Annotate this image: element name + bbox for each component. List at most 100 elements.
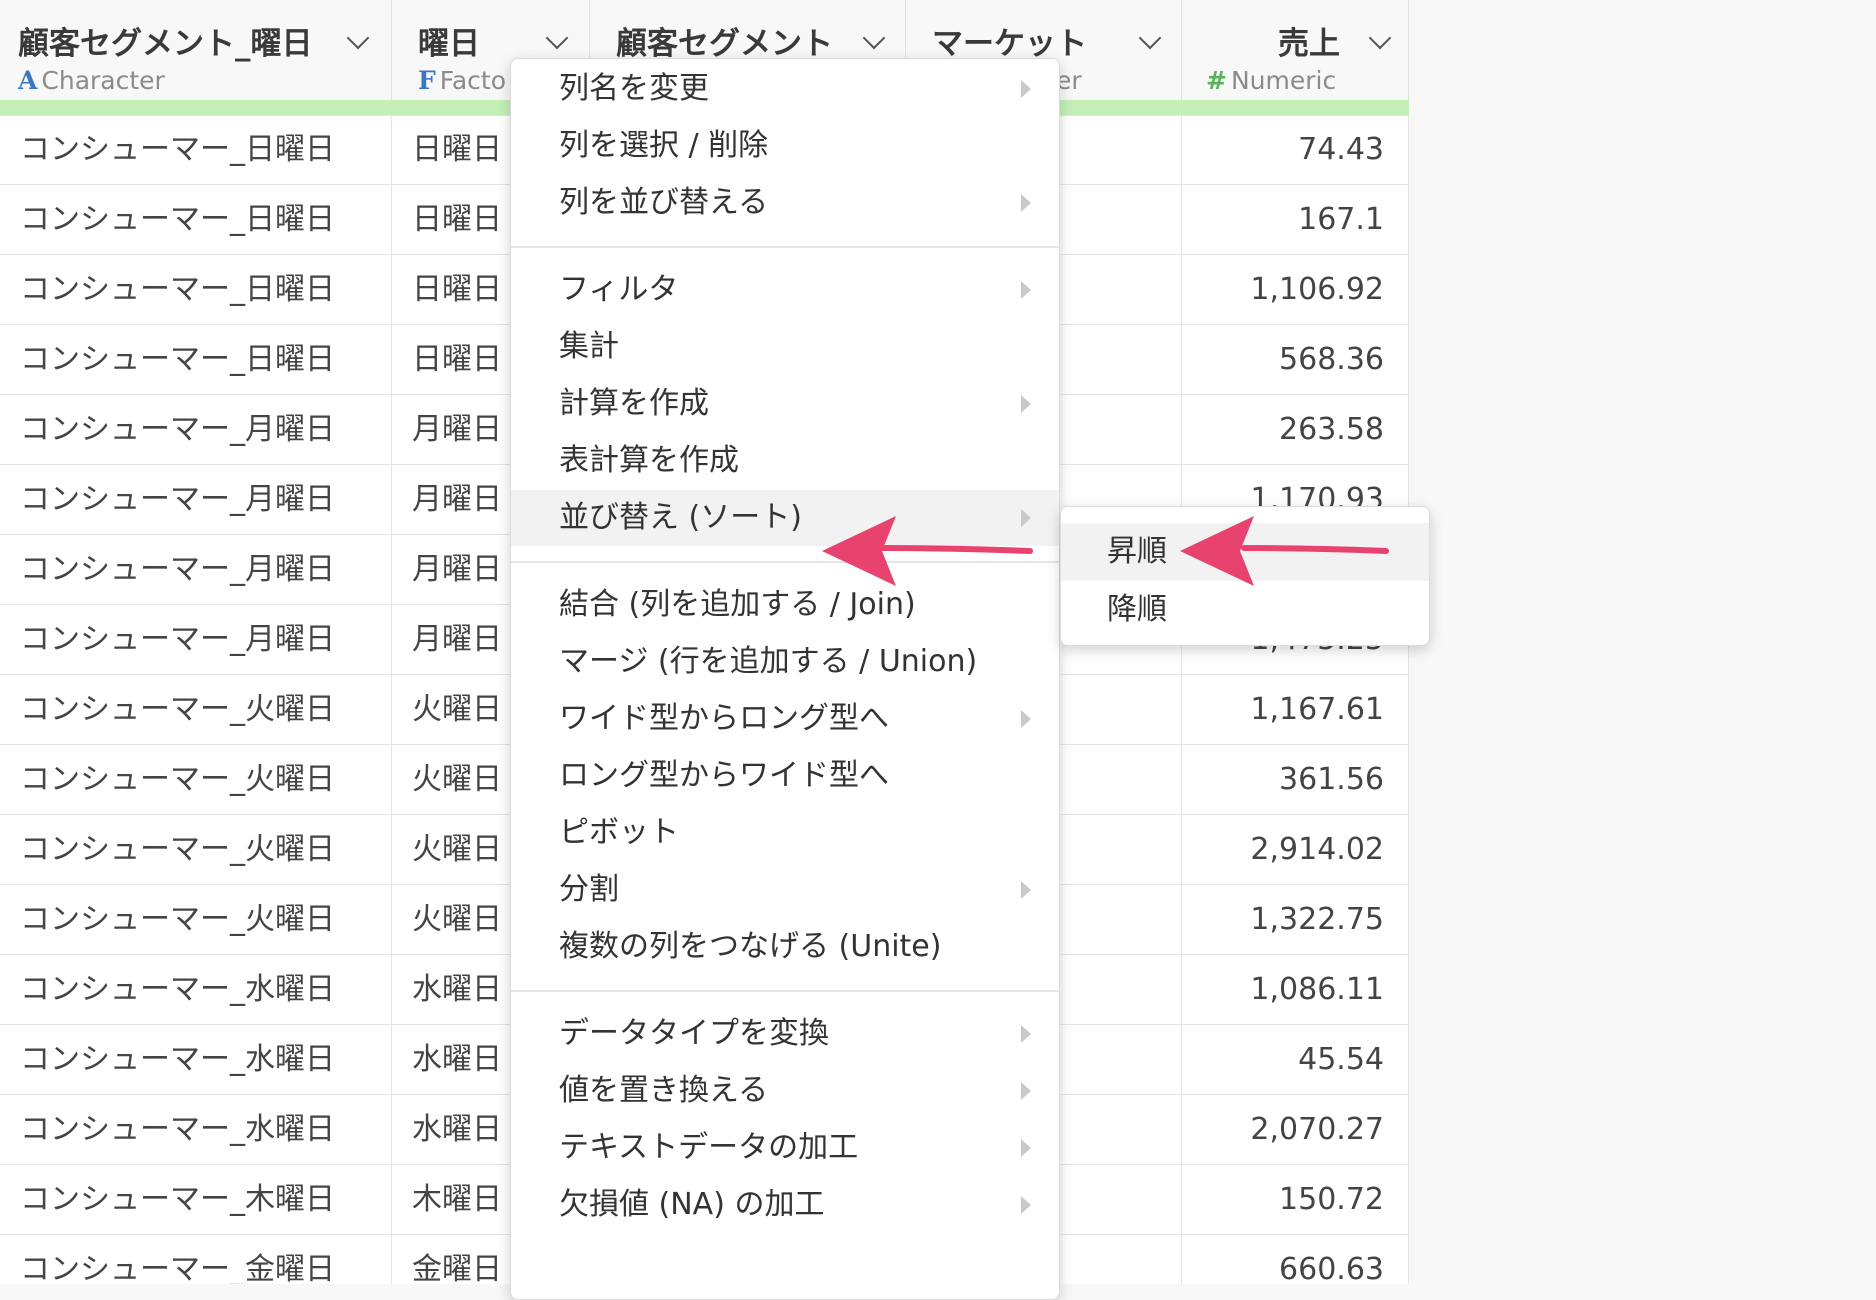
cell-segment-day: コンシューマー_木曜日: [0, 1165, 392, 1235]
menu-separator: [511, 561, 1059, 563]
menu-item[interactable]: 表計算を作成: [511, 433, 1059, 489]
chevron-down-icon[interactable]: [1138, 26, 1162, 50]
chevron-right-icon: [1021, 509, 1031, 527]
chevron-right-icon: [1021, 710, 1031, 728]
chevron-right-icon: [1021, 881, 1031, 899]
menu-item-label: 計算を作成: [559, 386, 709, 421]
menu-item[interactable]: ワイド型からロング型へ: [511, 691, 1059, 747]
chevron-down-icon[interactable]: [545, 26, 569, 50]
menu-item[interactable]: 結合 (列を追加する / Join): [511, 577, 1059, 633]
menu-item-label: 欠損値 (NA) の加工: [559, 1187, 825, 1222]
cell-sales: 1,167.61: [1182, 675, 1409, 745]
column-title: 売上: [1278, 26, 1340, 62]
menu-item[interactable]: 列名を変更: [511, 61, 1059, 117]
menu-item-label: フィルタ: [559, 272, 679, 307]
numeric-type-icon: #: [1206, 66, 1227, 95]
cell-segment-day: コンシューマー_日曜日: [0, 185, 392, 255]
sort-descending-option[interactable]: 降順: [1061, 581, 1429, 639]
menu-item-label: 値を置き換える: [559, 1073, 769, 1108]
cell-segment-day: コンシューマー_金曜日: [0, 1235, 392, 1284]
cell-sales: 361.56: [1182, 745, 1409, 815]
factor-type-icon: F: [418, 66, 436, 95]
cell-segment-day: コンシューマー_火曜日: [0, 815, 392, 885]
menu-item[interactable]: ロング型からワイド型へ: [511, 748, 1059, 804]
cell-segment-day: コンシューマー_日曜日: [0, 115, 392, 185]
column-type: A Character: [18, 66, 165, 95]
menu-item[interactable]: 列を選択 / 削除: [511, 118, 1059, 174]
menu-item-label: 並び替え (ソート): [559, 500, 802, 535]
cell-sales: 167.1: [1182, 185, 1409, 255]
cell-segment-day: コンシューマー_月曜日: [0, 605, 392, 675]
menu-item-label: 列名を変更: [559, 71, 709, 106]
column-title: 顧客セグメント: [616, 26, 833, 62]
cell-sales: 1,086.11: [1182, 955, 1409, 1025]
column-title: 曜日: [418, 26, 480, 62]
cell-segment-day: コンシューマー_火曜日: [0, 745, 392, 815]
chevron-down-icon[interactable]: [346, 26, 370, 50]
cell-segment-day: コンシューマー_月曜日: [0, 465, 392, 535]
menu-item[interactable]: マージ (行を追加する / Union): [511, 634, 1059, 690]
menu-item[interactable]: フィルタ: [511, 262, 1059, 318]
cell-sales: 2,070.27: [1182, 1095, 1409, 1165]
cell-sales: 45.54: [1182, 1025, 1409, 1095]
chevron-right-icon: [1021, 194, 1031, 212]
menu-separator: [511, 990, 1059, 992]
character-type-icon: A: [18, 66, 38, 95]
column-context-menu: 列名を変更列を選択 / 削除列を並び替えるフィルタ集計計算を作成表計算を作成並び…: [510, 58, 1060, 1300]
cell-segment-day: コンシューマー_水曜日: [0, 955, 392, 1025]
menu-item[interactable]: ピボット: [511, 805, 1059, 861]
menu-item[interactable]: 値を置き換える: [511, 1063, 1059, 1119]
column-title: 顧客セグメント_曜日: [18, 26, 313, 62]
menu-item-label: 集計: [559, 329, 619, 364]
menu-item-label: テキストデータの加工: [559, 1130, 859, 1165]
menu-item-label: 表計算を作成: [559, 443, 739, 478]
chevron-down-icon[interactable]: [862, 26, 886, 50]
menu-separator: [511, 246, 1059, 248]
chevron-right-icon: [1021, 1196, 1031, 1214]
cell-segment-day: コンシューマー_日曜日: [0, 325, 392, 395]
chevron-right-icon: [1021, 80, 1031, 98]
column-header-segment-day[interactable]: 顧客セグメント_曜日 A Character: [0, 0, 392, 100]
menu-item[interactable]: テキストデータの加工: [511, 1120, 1059, 1176]
menu-item[interactable]: 複数の列をつなげる (Unite): [511, 919, 1059, 975]
menu-item-label: ワイド型からロング型へ: [559, 701, 889, 736]
column-header-sales[interactable]: 売上 # Numeric: [1182, 0, 1409, 100]
menu-item[interactable]: 欠損値 (NA) の加工: [511, 1177, 1059, 1233]
cell-sales: 1,322.75: [1182, 885, 1409, 955]
menu-item-label: ロング型からワイド型へ: [559, 758, 889, 793]
menu-item-label: ピボット: [559, 815, 679, 850]
chevron-right-icon: [1021, 1139, 1031, 1157]
menu-item-label: マージ (行を追加する / Union): [559, 644, 978, 679]
sort-ascending-option[interactable]: 昇順: [1061, 523, 1429, 581]
chevron-down-icon[interactable]: [1368, 26, 1392, 50]
menu-item[interactable]: 計算を作成: [511, 376, 1059, 432]
menu-item[interactable]: 列を並び替える: [511, 175, 1059, 231]
cell-sales: 74.43: [1182, 115, 1409, 185]
menu-item-label: 列を選択 / 削除: [559, 128, 769, 163]
column-type-label: Numeric: [1230, 66, 1337, 95]
cell-segment-day: コンシューマー_月曜日: [0, 535, 392, 605]
cell-segment-day: コンシューマー_水曜日: [0, 1025, 392, 1095]
cell-sales: 1,106.92: [1182, 255, 1409, 325]
chevron-right-icon: [1021, 281, 1031, 299]
menu-item[interactable]: 分割: [511, 862, 1059, 918]
column-type-label: Character: [41, 66, 165, 95]
cell-sales: 568.36: [1182, 325, 1409, 395]
chevron-right-icon: [1021, 395, 1031, 413]
column-title: マーケット: [932, 26, 1087, 62]
cell-segment-day: コンシューマー_火曜日: [0, 885, 392, 955]
chevron-right-icon: [1021, 1025, 1031, 1043]
cell-sales: 150.72: [1182, 1165, 1409, 1235]
menu-item-label: 分割: [559, 872, 619, 907]
column-type-label: Facto: [439, 66, 506, 95]
menu-item[interactable]: 集計: [511, 319, 1059, 375]
menu-item[interactable]: データタイプを変換: [511, 1006, 1059, 1062]
cell-segment-day: コンシューマー_日曜日: [0, 255, 392, 325]
menu-item-label: データタイプを変換: [559, 1016, 829, 1051]
menu-item[interactable]: 並び替え (ソート): [511, 490, 1059, 546]
chevron-right-icon: [1021, 1082, 1031, 1100]
column-type: F Facto: [418, 66, 506, 95]
menu-item-label: 結合 (列を追加する / Join): [559, 587, 916, 622]
cell-segment-day: コンシューマー_火曜日: [0, 675, 392, 745]
cell-segment-day: コンシューマー_月曜日: [0, 395, 392, 465]
